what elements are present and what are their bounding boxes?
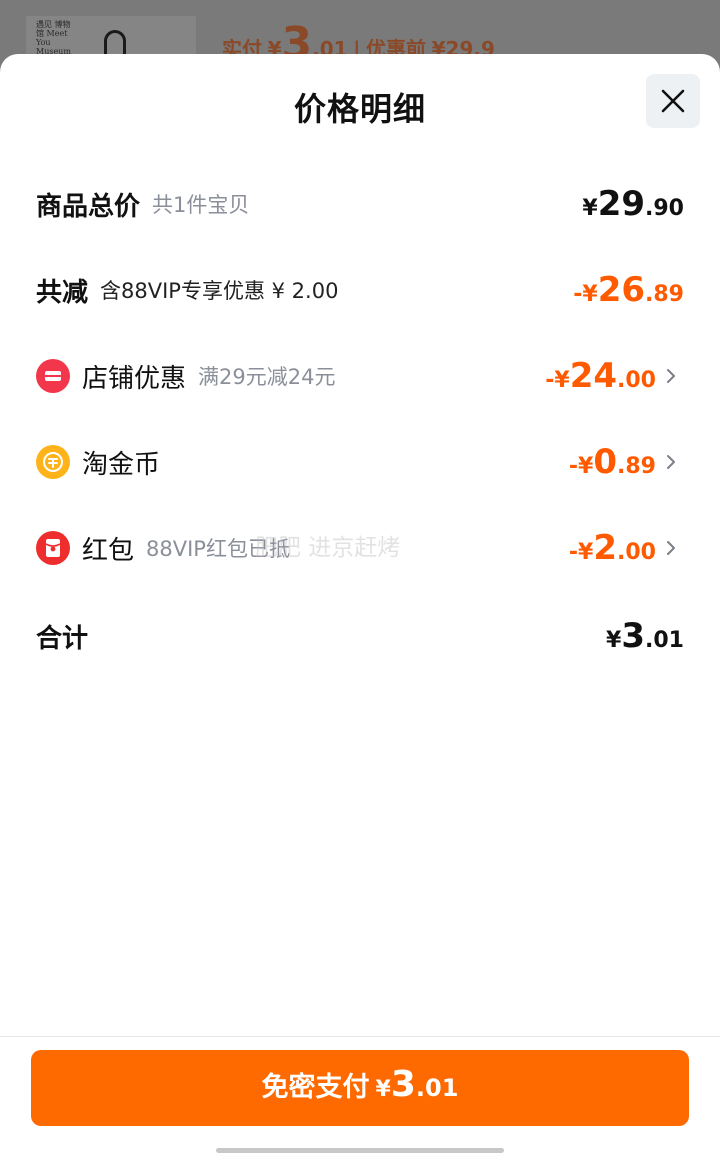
row-sum: 合计 ¥3.01	[36, 608, 684, 664]
sheet-title: 价格明细	[293, 90, 426, 128]
store-discount-label: 店铺优惠	[82, 363, 187, 394]
row-red-packet[interactable]: 红包 88VIP红包已抵 - ¥2.00	[36, 520, 682, 576]
red-packet-amount: - ¥2.00	[568, 528, 656, 568]
store-icon	[36, 359, 70, 393]
row-total-reduced: 共减 含88VIP专享优惠 ¥ 2.00 - ¥26.89	[36, 262, 684, 318]
chevron-right-icon	[660, 453, 682, 471]
vip-discount-note: 含88VIP专享优惠 ¥ 2.00	[100, 279, 339, 303]
chevron-right-icon	[660, 539, 682, 557]
close-button[interactable]	[646, 74, 700, 128]
red-packet-label: 红包	[82, 535, 135, 566]
sum-amount: ¥3.01	[606, 616, 684, 656]
red-packet-note: 88VIP红包已抵	[146, 537, 290, 561]
password-free-pay-button[interactable]: 免密支付 ¥3.01	[31, 1050, 689, 1126]
coins-label: 淘金币	[82, 449, 161, 480]
footer-divider	[0, 1036, 720, 1037]
goods-total-amount: ¥29.90	[582, 184, 684, 224]
coin-icon	[36, 445, 70, 479]
red-packet-icon	[36, 531, 70, 565]
coins-amount: - ¥0.89	[568, 442, 656, 482]
total-reduced-amount: - ¥26.89	[573, 270, 684, 310]
store-discount-amount: - ¥24.00	[545, 356, 656, 396]
price-detail-sheet: 价格明细 商品总价 共1件宝贝 ¥29.90 共减 含88VIP专享优惠 ¥ 2…	[0, 54, 720, 1157]
goods-total-label: 商品总价	[36, 191, 141, 222]
home-indicator[interactable]	[216, 1148, 504, 1153]
store-discount-note: 满29元减24元	[198, 365, 336, 389]
total-reduced-label: 共减	[36, 277, 89, 308]
sum-label: 合计	[36, 623, 89, 654]
row-goods-total: 商品总价 共1件宝贝 ¥29.90	[36, 176, 684, 232]
row-store-discount[interactable]: 店铺优惠 满29元减24元 - ¥24.00	[36, 348, 682, 404]
close-icon	[661, 89, 685, 113]
chevron-right-icon	[660, 367, 682, 385]
goods-count-note: 共1件宝贝	[152, 193, 250, 217]
row-taobao-coins[interactable]: 淘金币 - ¥0.89	[36, 434, 682, 490]
